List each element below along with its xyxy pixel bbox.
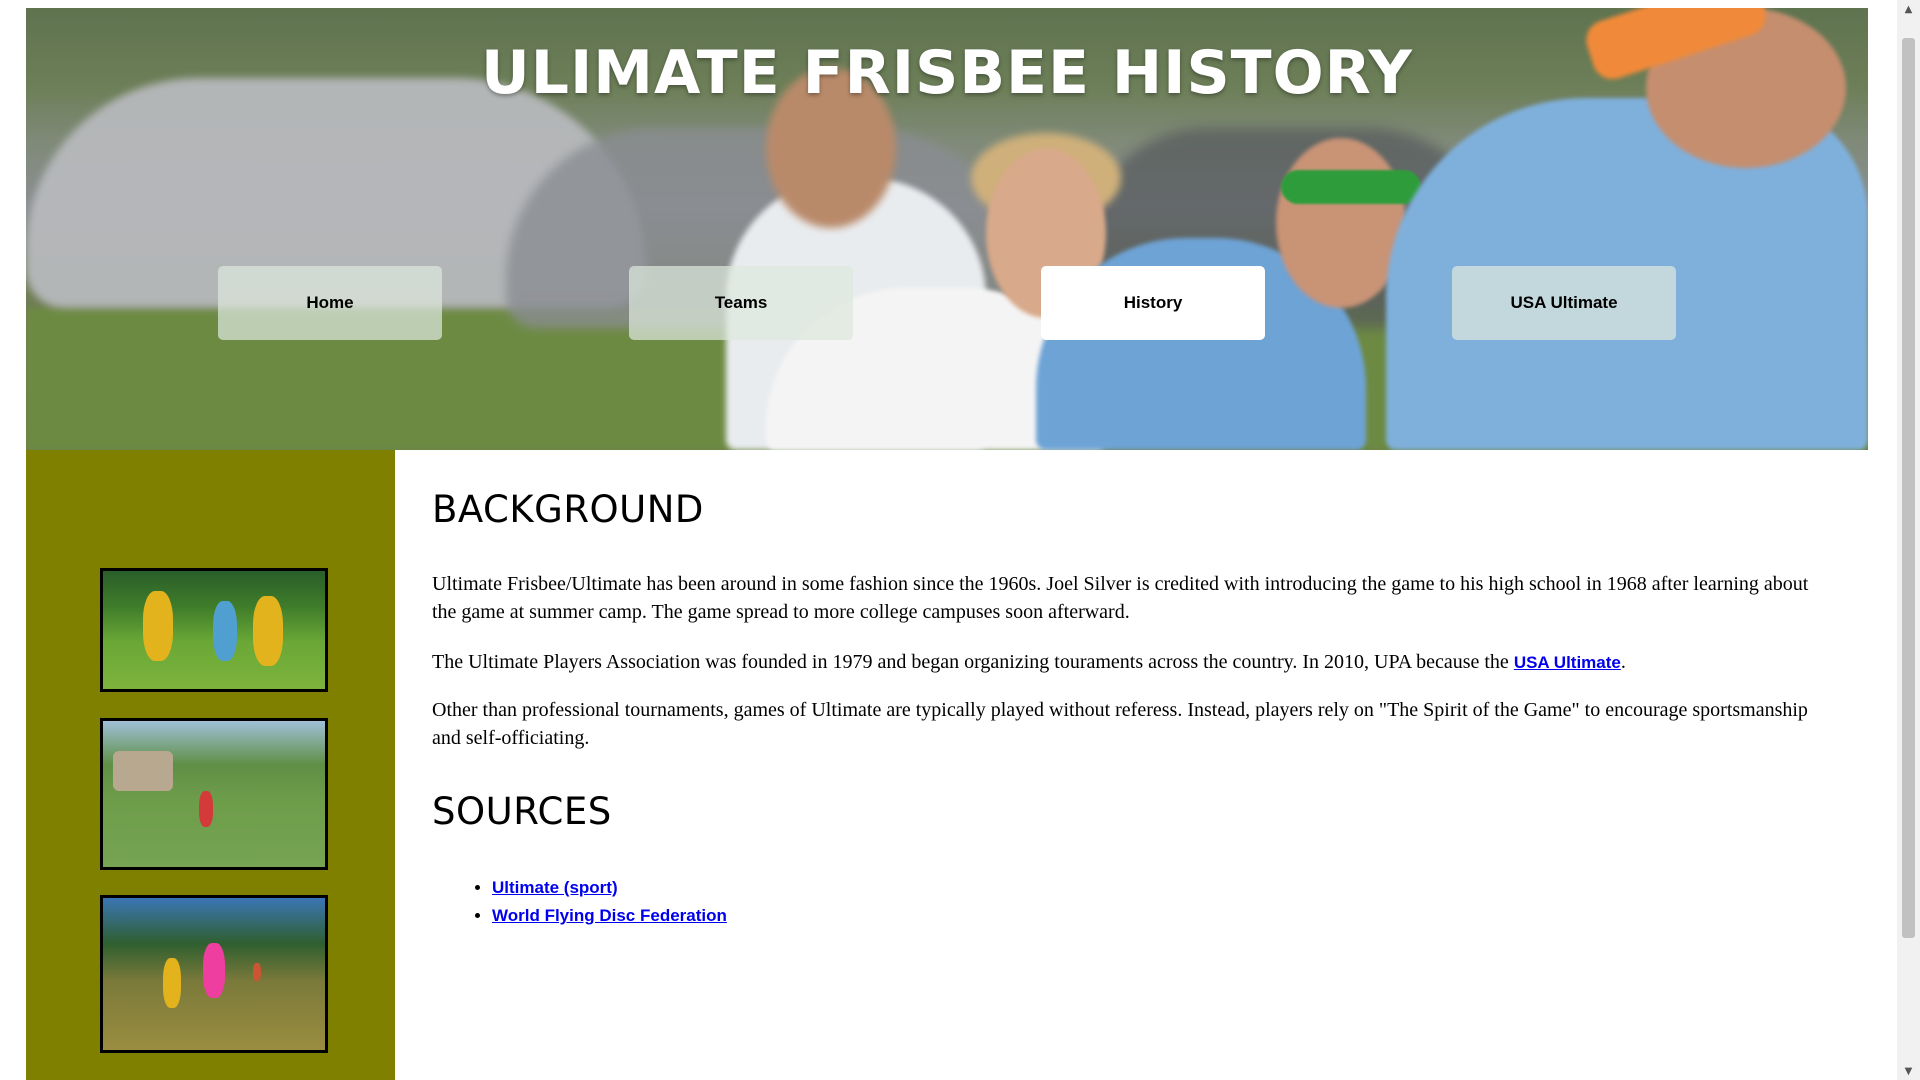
site-title: ULIMATE FRISBEE HISTORY — [481, 38, 1413, 108]
background-paragraph-3: Other than professional tournaments, gam… — [432, 699, 1808, 749]
scrollbar[interactable]: ▲ ▼ — [1897, 0, 1920, 1080]
sidebar — [26, 450, 395, 1080]
source-link-wfdf[interactable]: World Flying Disc Federation — [492, 906, 727, 925]
sidebar-photo — [100, 718, 328, 870]
paragraph-text: The Ultimate Players Association was fou… — [432, 651, 1514, 673]
nav-teams-button[interactable]: Teams — [629, 266, 853, 340]
scrollbar-thumb[interactable] — [1902, 38, 1915, 938]
photo-player-figure — [143, 591, 173, 661]
photo-player-figure — [213, 601, 237, 661]
scroll-down-arrow-icon[interactable]: ▼ — [1897, 1062, 1920, 1080]
sources-list: Ultimate (sport) World Flying Disc Feder… — [432, 874, 727, 930]
photo-player-figure — [253, 963, 261, 981]
background-paragraph-1: Ultimate Frisbee/Ultimate has been aroun… — [432, 573, 1809, 623]
list-item: Ultimate (sport) — [492, 874, 727, 902]
scroll-up-arrow-icon[interactable]: ▲ — [1897, 0, 1920, 18]
photo-player-figure — [199, 791, 213, 827]
main-nav: Home Teams History USA Ultimate — [26, 266, 1868, 342]
sources-heading: SOURCES — [432, 790, 612, 833]
sidebar-photo — [100, 568, 328, 692]
photo-player-figure — [253, 596, 283, 666]
source-link-ultimate-sport[interactable]: Ultimate (sport) — [492, 878, 618, 897]
background-heading: BACKGROUND — [432, 488, 704, 531]
page: ULIMATE FRISBEE HISTORY Home Teams Histo… — [26, 8, 1868, 1080]
nav-history-button[interactable]: History — [1041, 266, 1265, 340]
main-content: BACKGROUND Ultimate Frisbee/Ultimate has… — [395, 450, 1868, 1080]
sidebar-photo — [100, 895, 328, 1053]
background-paragraph-2: The Ultimate Players Association was fou… — [432, 648, 1832, 677]
nav-home-button[interactable]: Home — [218, 266, 442, 340]
paragraph-text: . — [1620, 651, 1626, 673]
photo-player-figure — [203, 943, 225, 998]
usa-ultimate-link[interactable]: USA Ultimate — [1514, 653, 1621, 672]
header-banner: ULIMATE FRISBEE HISTORY Home Teams Histo… — [26, 8, 1868, 450]
list-item: World Flying Disc Federation — [492, 902, 727, 930]
photo-player-figure — [163, 958, 181, 1008]
photo-house — [113, 751, 173, 791]
hero-photo-player — [1281, 170, 1421, 204]
nav-usa-ultimate-button[interactable]: USA Ultimate — [1452, 266, 1676, 340]
